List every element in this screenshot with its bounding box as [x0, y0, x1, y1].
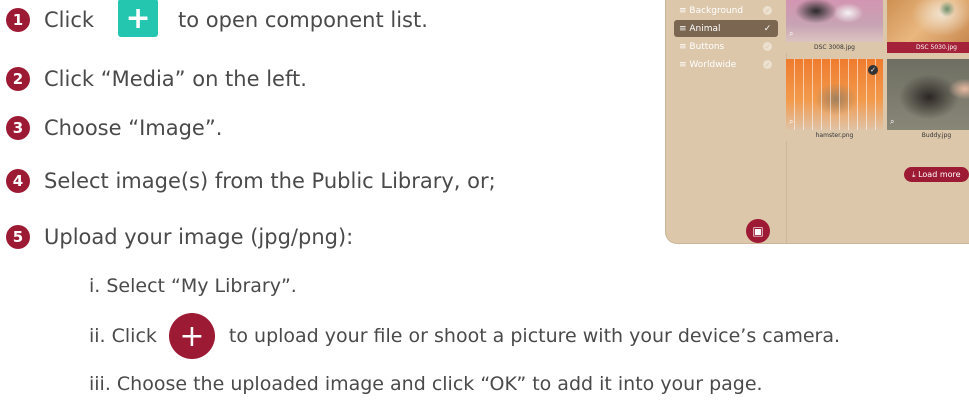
step-3: 3 Choose “Image”. [6, 113, 222, 143]
step-number: 5 [6, 225, 30, 249]
step-number: 2 [6, 67, 30, 91]
check-icon: ✓ [763, 42, 772, 51]
substep-text: to upload your file or shoot a picture w… [228, 325, 841, 347]
zoom-icon: ⌕ [789, 117, 794, 126]
add-component-icon: + [118, 0, 159, 37]
check-icon: ✓ [763, 6, 772, 15]
image-name: DSC 3008.jpg [786, 42, 883, 53]
substep-text: ii. Click [89, 325, 157, 347]
load-more-button[interactable]: ⤓ Load more [904, 167, 969, 182]
step-number: 3 [6, 116, 30, 140]
substep-i: i. Select “My Library”. [89, 270, 297, 302]
category-label: ≡ Worldwide [679, 59, 737, 70]
substep-ii: ii. Click + to upload your file or shoot… [89, 313, 841, 359]
image-name: DSC 5030.jpg [887, 42, 969, 53]
substep-iii: iii. Choose the uploaded image and click… [89, 368, 763, 400]
category-label: ≡ Buttons [679, 41, 725, 52]
image-thumb[interactable]: ✓ ⌕ hamster.png [786, 59, 883, 141]
step-text: Select image(s) from the Public Library,… [44, 169, 496, 193]
folder-icon[interactable]: ▣ [746, 219, 770, 243]
step-text: Upload your image (jpg/png): [44, 225, 354, 249]
step-number: 4 [6, 169, 30, 193]
image-name: Buddy.jpg [887, 130, 969, 141]
zoom-icon: ⌕ [789, 29, 794, 38]
category-animal[interactable]: ≡ Animal ✓ [674, 20, 778, 37]
step-2: 2 Click “Media” on the left. [6, 64, 307, 94]
category-list: ≡ Background ✓ ≡ Animal ✓ ≡ Buttons ✓ ≡ … [674, 2, 778, 74]
step-text: Click [44, 8, 95, 32]
substep-text: iii. Choose the uploaded image and click… [89, 373, 763, 395]
step-number: 1 [6, 8, 30, 32]
image-library-panel: ≡ Background ✓ ≡ Animal ✓ ≡ Buttons ✓ ≡ … [665, 0, 969, 244]
category-label: ≡ Background [679, 5, 744, 16]
step-text: Choose “Image”. [44, 116, 223, 140]
image-thumb[interactable]: ⌕ Buddy.jpg [887, 59, 969, 141]
step-1: 1 Click + to open component list. [6, 0, 428, 37]
dog-image [887, 59, 969, 141]
step-4: 4 Select image(s) from the Public Librar… [6, 166, 496, 196]
check-icon: ✓ [763, 60, 772, 69]
substep-text: i. Select “My Library”. [89, 275, 297, 297]
check-icon: ✓ [763, 23, 772, 34]
category-buttons[interactable]: ≡ Buttons ✓ [674, 38, 778, 55]
step-5: 5 Upload your image (jpg/png): [6, 222, 353, 252]
category-label: ≡ Animal [679, 23, 721, 34]
category-background[interactable]: ≡ Background ✓ [674, 2, 778, 19]
check-icon: ✓ [868, 65, 878, 75]
category-worldwide[interactable]: ≡ Worldwide ✓ [674, 56, 778, 73]
step-text: to open component list. [178, 8, 428, 32]
image-name: hamster.png [786, 130, 883, 141]
zoom-icon: ⌕ [890, 117, 895, 126]
image-thumb-selected[interactable]: DSC 5030.jpg [887, 0, 969, 53]
upload-plus-icon: + [168, 313, 215, 359]
step-text: Click “Media” on the left. [44, 67, 307, 91]
image-thumb[interactable]: ⌕ DSC 3008.jpg [786, 0, 883, 53]
